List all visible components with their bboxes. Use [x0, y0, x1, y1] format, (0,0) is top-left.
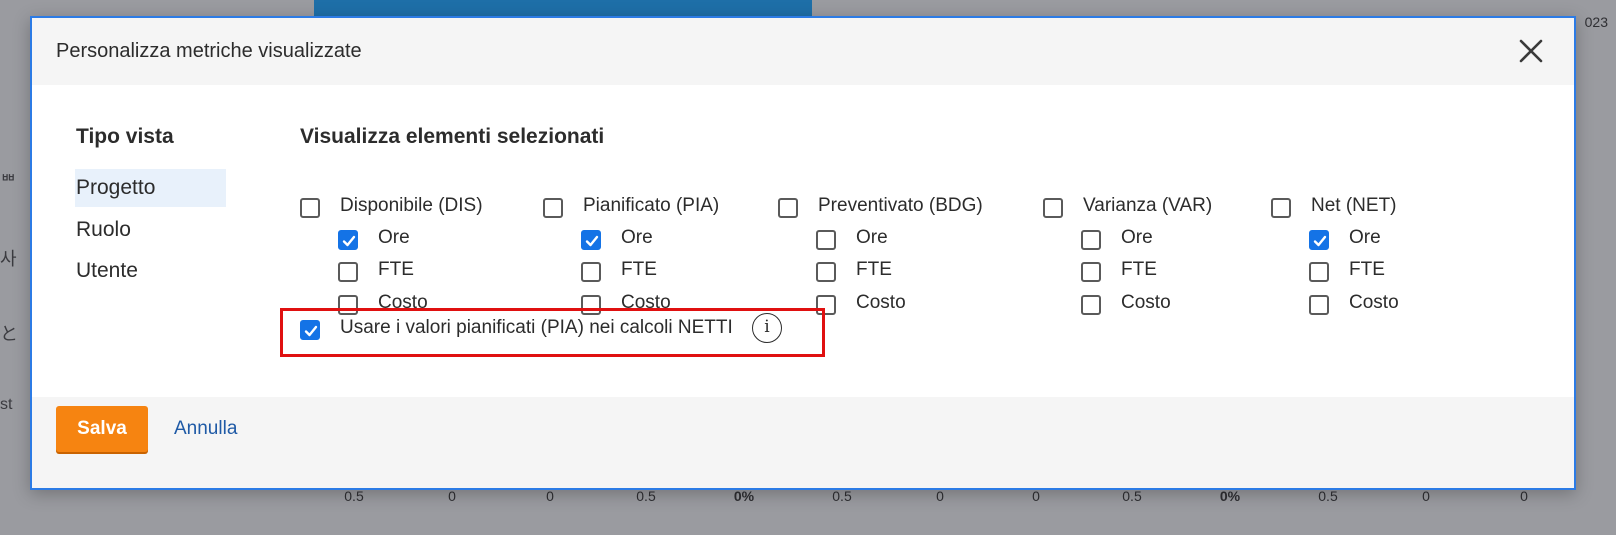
dialog-title: Personalizza metriche visualizzate — [56, 40, 362, 62]
checkmark-icon — [304, 325, 318, 337]
background-cell: 0% — [1219, 488, 1241, 504]
background-cell: 0 — [1032, 488, 1040, 504]
option-checkbox-varianza-var-ore[interactable] — [1081, 230, 1101, 250]
option-label: Costo — [1121, 292, 1171, 313]
info-icon[interactable]: i — [752, 313, 782, 343]
option-label: Ore — [856, 227, 888, 248]
option-label: FTE — [621, 259, 657, 280]
background-cell: 0% — [733, 488, 755, 504]
option-label: Ore — [621, 227, 653, 248]
background-year-fragment: 023 — [1584, 14, 1608, 30]
close-icon[interactable] — [1516, 36, 1546, 66]
group-label: Varianza (VAR) — [1083, 195, 1213, 216]
background-cell: 0.5 — [1122, 488, 1142, 504]
background-header-bar — [314, 0, 812, 16]
option-label: FTE — [1349, 259, 1385, 280]
cancel-link[interactable]: Annulla — [174, 418, 237, 440]
group-checkbox-net-net[interactable] — [1271, 198, 1291, 218]
background-left-fragment: と — [0, 324, 18, 344]
group-checkbox-disponibile-dis[interactable] — [300, 198, 320, 218]
option-label: FTE — [1121, 259, 1157, 280]
checkmark-icon — [342, 235, 356, 247]
background-cell: 0 — [1520, 488, 1528, 504]
background-cell: 0 — [1422, 488, 1430, 504]
option-label: FTE — [378, 259, 414, 280]
background-cell: 0 — [546, 488, 554, 504]
group-checkbox-preventivato-bdg[interactable] — [778, 198, 798, 218]
option-checkbox-net-net-ore[interactable] — [1309, 230, 1329, 250]
option-checkbox-varianza-var-fte[interactable] — [1081, 262, 1101, 282]
dialog-header: Personalizza metriche visualizzate — [32, 18, 1574, 85]
checkmark-icon — [585, 235, 599, 247]
use-planned-label: Usare i valori pianificati (PIA) nei cal… — [340, 317, 733, 338]
background-cell: 0.5 — [344, 488, 364, 504]
group-checkbox-pianificato-pia[interactable] — [543, 198, 563, 218]
view-type-utente[interactable]: Utente — [75, 252, 226, 290]
show-selected-title: Visualizza elementi selezionati — [300, 125, 605, 148]
customize-metrics-dialog: Personalizza metriche visualizzate Tipo … — [30, 16, 1576, 490]
option-label: Ore — [1349, 227, 1381, 248]
save-button[interactable]: Salva — [56, 406, 148, 452]
view-type-title: Tipo vista — [76, 125, 174, 148]
option-checkbox-net-net-costo[interactable] — [1309, 295, 1329, 315]
use-planned-checkbox[interactable] — [300, 320, 320, 340]
option-checkbox-preventivato-bdg-ore[interactable] — [816, 230, 836, 250]
option-label: Costo — [1349, 292, 1399, 313]
background-left-fragment: 사 — [0, 249, 17, 269]
checkmark-icon — [1313, 235, 1327, 247]
option-checkbox-preventivato-bdg-fte[interactable] — [816, 262, 836, 282]
option-checkbox-pianificato-pia-ore[interactable] — [581, 230, 601, 250]
background-cell: 0.5 — [1318, 488, 1338, 504]
background-cell: 0.5 — [636, 488, 656, 504]
group-label: Net (NET) — [1311, 195, 1397, 216]
group-checkbox-varianza-var[interactable] — [1043, 198, 1063, 218]
option-checkbox-pianificato-pia-fte[interactable] — [581, 262, 601, 282]
background-cell: 0 — [448, 488, 456, 504]
dialog-footer — [32, 397, 1574, 488]
option-label: FTE — [856, 259, 892, 280]
option-label: Costo — [856, 292, 906, 313]
background-left-fragment: st — [0, 396, 13, 413]
option-label: Ore — [1121, 227, 1153, 248]
group-label: Pianificato (PIA) — [583, 195, 720, 216]
view-type-ruolo[interactable]: Ruolo — [75, 211, 226, 249]
option-checkbox-disponibile-dis-ore[interactable] — [338, 230, 358, 250]
option-checkbox-disponibile-dis-fte[interactable] — [338, 262, 358, 282]
group-label: Preventivato (BDG) — [818, 195, 983, 216]
view-type-progetto[interactable]: Progetto — [75, 169, 226, 207]
background-left-fragment: ᄈ — [0, 172, 17, 192]
dialog-body: Tipo vista Progetto Ruolo Utente Visuali… — [32, 85, 1574, 397]
background-cell: 0 — [936, 488, 944, 504]
option-label: Ore — [378, 227, 410, 248]
background-cell: 0.5 — [832, 488, 852, 504]
background-data-row: 0.5 0 0 0.5 0% 0.5 0 0 0.5 0% 0.5 0 0 — [314, 488, 1614, 512]
group-label: Disponibile (DIS) — [340, 195, 483, 216]
option-checkbox-net-net-fte[interactable] — [1309, 262, 1329, 282]
option-checkbox-varianza-var-costo[interactable] — [1081, 295, 1101, 315]
